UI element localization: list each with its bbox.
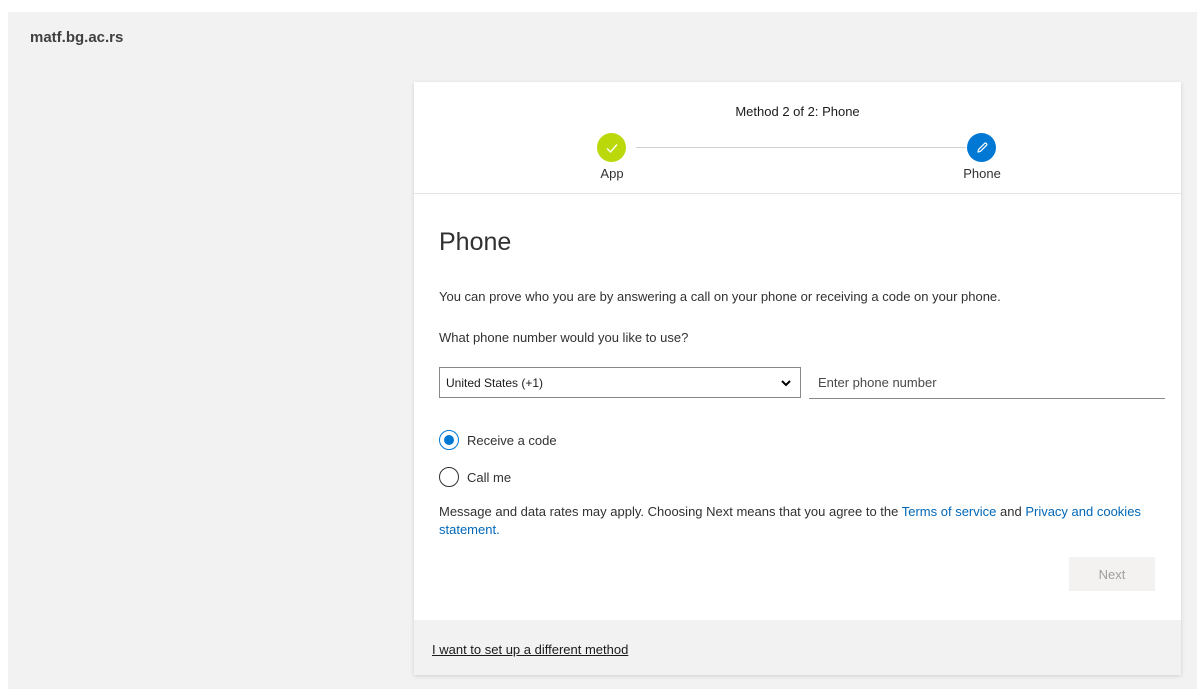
organization-name: matf.bg.ac.rs	[30, 29, 124, 46]
option-call-me-label: Call me	[467, 469, 512, 485]
step-phone-indicator	[967, 133, 996, 162]
phone-number-input[interactable]	[809, 367, 1165, 399]
chevron-down-icon	[781, 380, 791, 387]
legal-and: and	[996, 504, 1026, 519]
option-call-me[interactable]: Call me	[439, 467, 511, 487]
legal-prefix: Message and data rates may apply. Choosi…	[439, 504, 902, 519]
section-title: Phone	[439, 228, 512, 256]
progress-header: Method 2 of 2: Phone App Phone	[414, 82, 1181, 194]
card-footer: I want to set up a different method	[414, 620, 1181, 675]
progress-line	[636, 147, 966, 148]
step-app-label: App	[600, 166, 624, 181]
terms-of-service-link[interactable]: Terms of service	[902, 504, 997, 519]
country-code-select[interactable]: United States (+1)	[439, 367, 801, 398]
country-code-value: United States (+1)	[446, 375, 544, 390]
radio-call-me[interactable]	[439, 467, 459, 487]
option-receive-code[interactable]: Receive a code	[439, 430, 557, 450]
checkmark-icon	[606, 143, 618, 153]
radio-receive-code[interactable]	[439, 430, 459, 450]
phone-question: What phone number would you like to use?	[439, 330, 689, 345]
top-bar: matf.bg.ac.rs	[8, 12, 1197, 62]
pencil-icon	[976, 141, 987, 153]
method-progress-title: Method 2 of 2: Phone	[735, 104, 860, 119]
legal-notice: Message and data rates may apply. Choosi…	[439, 503, 1159, 539]
step-phone-label: Phone	[963, 166, 1001, 181]
setup-card: Method 2 of 2: Phone App Phone Phone You…	[414, 82, 1181, 675]
step-app-indicator	[597, 133, 626, 162]
next-button[interactable]: Next	[1069, 557, 1155, 591]
option-receive-code-label: Receive a code	[467, 432, 557, 448]
method-description: You can prove who you are by answering a…	[439, 289, 1001, 304]
different-method-link[interactable]: I want to set up a different method	[432, 642, 628, 657]
